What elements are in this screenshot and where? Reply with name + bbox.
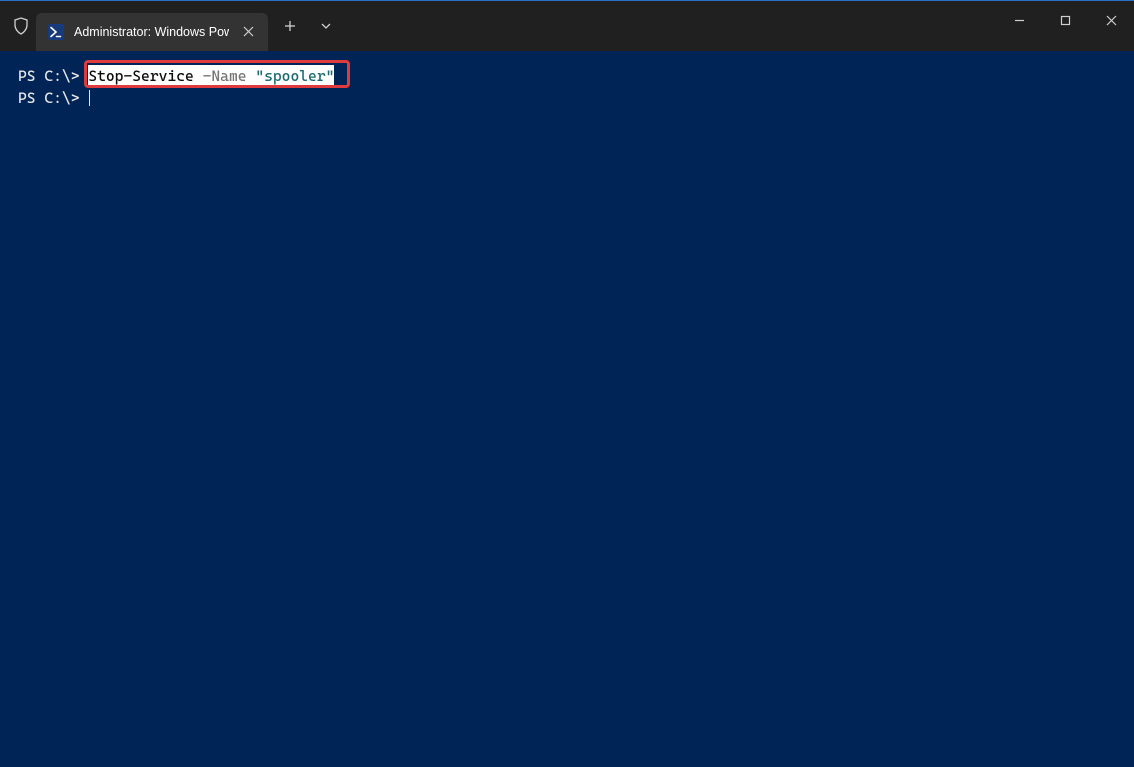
tab-active[interactable]: Administrator: Windows Powe <box>36 13 268 51</box>
new-tab-button[interactable] <box>272 10 308 42</box>
param-token: -Name <box>194 67 256 85</box>
tab-dropdown-button[interactable] <box>308 10 344 42</box>
selected-text: Stop-Service -Name "spooler" <box>88 65 334 87</box>
terminal-line: PS C:\> <box>18 87 1116 109</box>
minimize-button[interactable] <box>996 1 1042 39</box>
window-controls <box>996 1 1134 51</box>
tab-title: Administrator: Windows Powe <box>74 25 229 39</box>
powershell-icon <box>48 24 64 40</box>
tab-close-button[interactable] <box>239 24 258 41</box>
string-token: "spooler" <box>255 67 334 85</box>
cmdlet-token: Stop-Service <box>88 67 193 85</box>
cursor <box>89 90 90 106</box>
titlebar-left <box>0 1 36 51</box>
titlebar: Administrator: Windows Powe <box>0 1 1134 51</box>
prompt: PS C:\> <box>18 87 88 109</box>
prompt: PS C:\> <box>18 65 88 87</box>
terminal-window: Administrator: Windows Powe <box>0 0 1134 767</box>
terminal-body[interactable]: PS C:\> Stop-Service -Name "spooler" PS … <box>0 51 1134 767</box>
terminal-line: PS C:\> Stop-Service -Name "spooler" <box>18 65 1116 87</box>
tab-actions <box>272 1 344 51</box>
maximize-button[interactable] <box>1042 1 1088 39</box>
close-button[interactable] <box>1088 1 1134 39</box>
shield-icon <box>12 17 30 35</box>
